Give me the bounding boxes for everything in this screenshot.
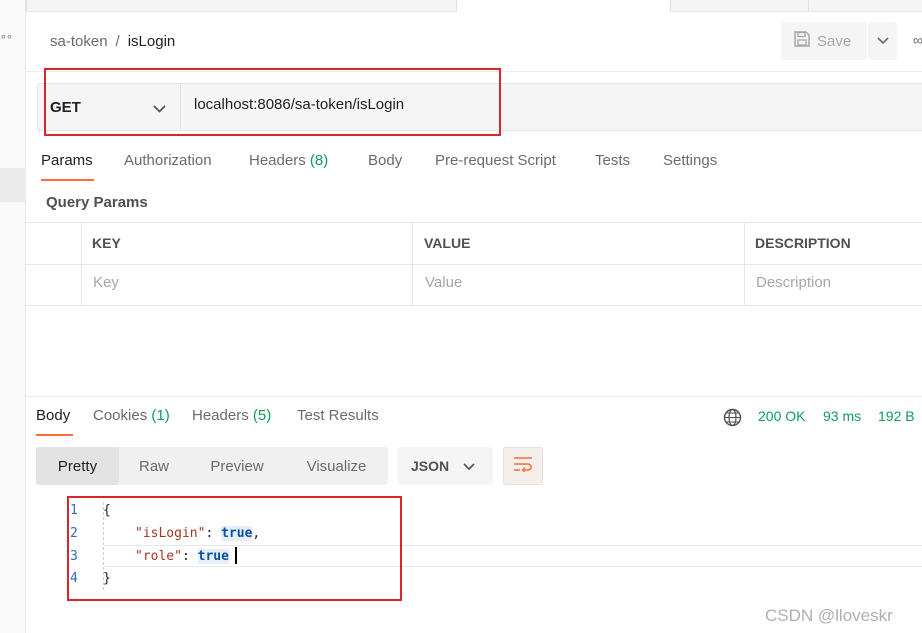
save-options-button[interactable] (868, 22, 897, 60)
tab-label: Test Results (297, 407, 379, 424)
tab-label: Headers (249, 152, 306, 169)
response-tab-test-results[interactable]: Test Results (297, 407, 379, 424)
watermark: CSDN @lloveskr (765, 606, 893, 625)
request-tab-active[interactable] (456, 0, 670, 12)
response-tab-body[interactable]: Body (36, 407, 70, 424)
breadcrumb-separator: / (115, 33, 120, 50)
view-mode-segmented: Pretty Raw Preview Visualize (36, 447, 388, 485)
view-mode-pretty[interactable]: Pretty (36, 447, 119, 485)
tab-headers[interactable]: Headers (8) (249, 152, 328, 169)
view-mode-raw[interactable]: Raw (119, 447, 189, 485)
query-params-title: Query Params (46, 194, 148, 211)
active-tab-indicator (36, 434, 73, 436)
link-icon[interactable]: ∞ (913, 32, 922, 48)
tab-count: (1) (151, 407, 170, 424)
save-label: Save (817, 32, 852, 50)
tab-label: Headers (192, 407, 249, 424)
view-mode-preview[interactable]: Preview (189, 447, 285, 485)
tab-label: Params (41, 152, 93, 169)
active-tab-indicator (41, 179, 94, 181)
response-divider[interactable] (26, 396, 922, 397)
tab-pre-request-script[interactable]: Pre-request Script (435, 152, 556, 169)
tab-label: Authorization (124, 152, 212, 169)
more-icon[interactable]: ∘∘ (0, 30, 13, 43)
annotation-box (67, 496, 402, 601)
tab-count: (5) (252, 407, 272, 424)
response-size[interactable]: 192 B (878, 408, 915, 424)
tab-label: Tests (595, 152, 631, 169)
request-tab[interactable] (26, 0, 456, 12)
param-description-input[interactable]: Description (756, 274, 831, 291)
tab-label: Cookies (93, 407, 148, 424)
table-divider (412, 223, 413, 305)
wrap-lines-icon (513, 456, 533, 477)
request-tab[interactable] (670, 0, 808, 12)
chevron-down-icon (876, 32, 889, 50)
tab-label: Body (368, 152, 403, 169)
tab-authorization[interactable]: Authorization (124, 152, 212, 169)
annotation-box (44, 68, 501, 136)
view-mode-visualize[interactable]: Visualize (285, 447, 388, 485)
response-tab-cookies[interactable]: Cookies (1) (93, 407, 170, 424)
save-icon (793, 30, 811, 52)
table-divider (81, 223, 82, 305)
wrap-lines-button[interactable] (503, 447, 543, 485)
tab-body[interactable]: Body (368, 152, 402, 169)
format-select[interactable]: JSON (398, 447, 493, 485)
tab-label: Body (36, 407, 71, 424)
column-header-key: KEY (92, 235, 121, 251)
tab-tests[interactable]: Tests (595, 152, 630, 169)
column-header-value: VALUE (424, 235, 471, 251)
chevron-down-icon (463, 458, 475, 474)
globe-icon[interactable] (723, 408, 742, 432)
sidebar-selected-item[interactable] (0, 168, 26, 202)
breadcrumb-request-name[interactable]: isLogin (128, 33, 176, 50)
request-tab[interactable] (808, 0, 922, 12)
tab-count: (8) (309, 152, 329, 169)
format-label: JSON (411, 458, 450, 474)
tab-params[interactable]: Params (41, 152, 93, 169)
column-header-description: DESCRIPTION (755, 235, 851, 251)
param-value-input[interactable]: Value (425, 274, 462, 291)
param-key-input[interactable]: Key (93, 274, 119, 291)
tab-settings[interactable]: Settings (663, 152, 717, 169)
table-divider (744, 223, 745, 305)
breadcrumb-collection[interactable]: sa-token (50, 33, 108, 50)
table-divider (26, 264, 922, 265)
status-code[interactable]: 200 OK (758, 408, 805, 424)
request-tab-strip (26, 0, 922, 12)
tab-label: Pre-request Script (435, 152, 556, 169)
save-button[interactable]: Save (781, 22, 867, 60)
breadcrumb: sa-token / isLogin (50, 33, 175, 50)
response-time[interactable]: 93 ms (823, 408, 861, 424)
sidebar-strip: ∘∘ (0, 0, 26, 633)
response-tab-headers[interactable]: Headers (5) (192, 407, 271, 424)
tab-label: Settings (663, 152, 718, 169)
